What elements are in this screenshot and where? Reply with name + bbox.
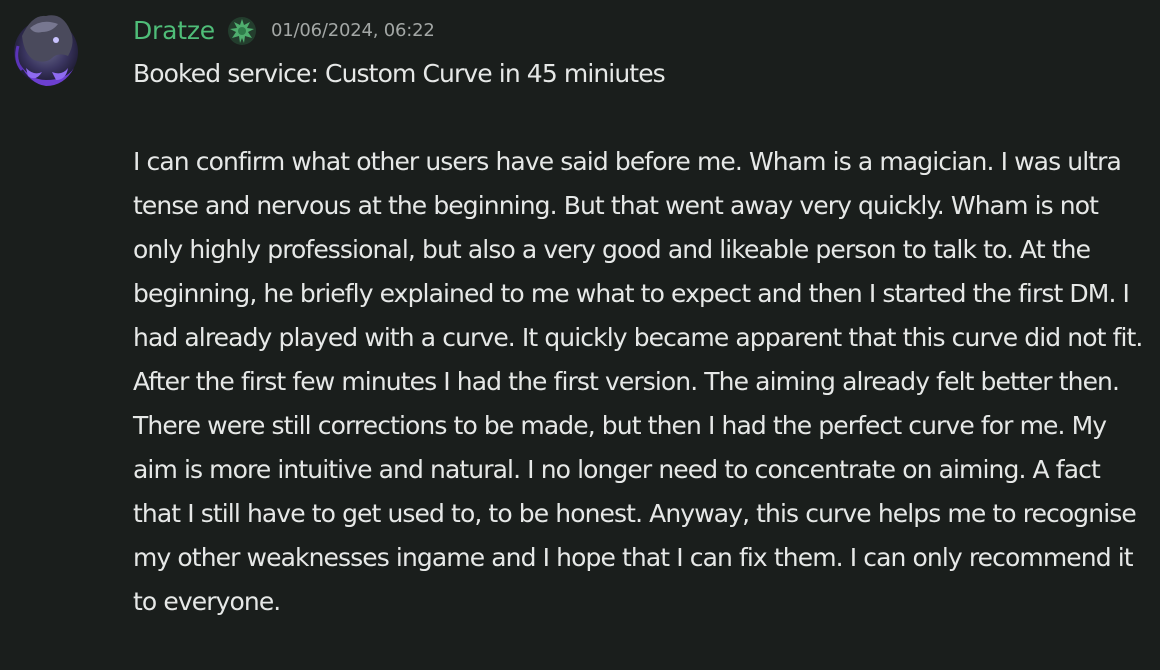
avatar[interactable] — [12, 6, 80, 98]
leaf-badge-icon[interactable] — [227, 16, 257, 46]
chat-message: Dratze 01/06/2024, 06:22 Booked service:… — [0, 0, 1160, 670]
author-name[interactable]: Dratze — [133, 10, 215, 52]
message-content: Dratze 01/06/2024, 06:22 Booked service:… — [133, 10, 1153, 624]
message-header: Dratze 01/06/2024, 06:22 — [133, 10, 1153, 52]
dragon-avatar-icon — [14, 15, 78, 86]
message-line-booking: Booked service: Custom Curve in 45 miniu… — [133, 59, 666, 88]
message-paragraph: I can confirm what other users have said… — [133, 147, 1150, 616]
message-timestamp: 01/06/2024, 06:22 — [270, 20, 435, 41]
